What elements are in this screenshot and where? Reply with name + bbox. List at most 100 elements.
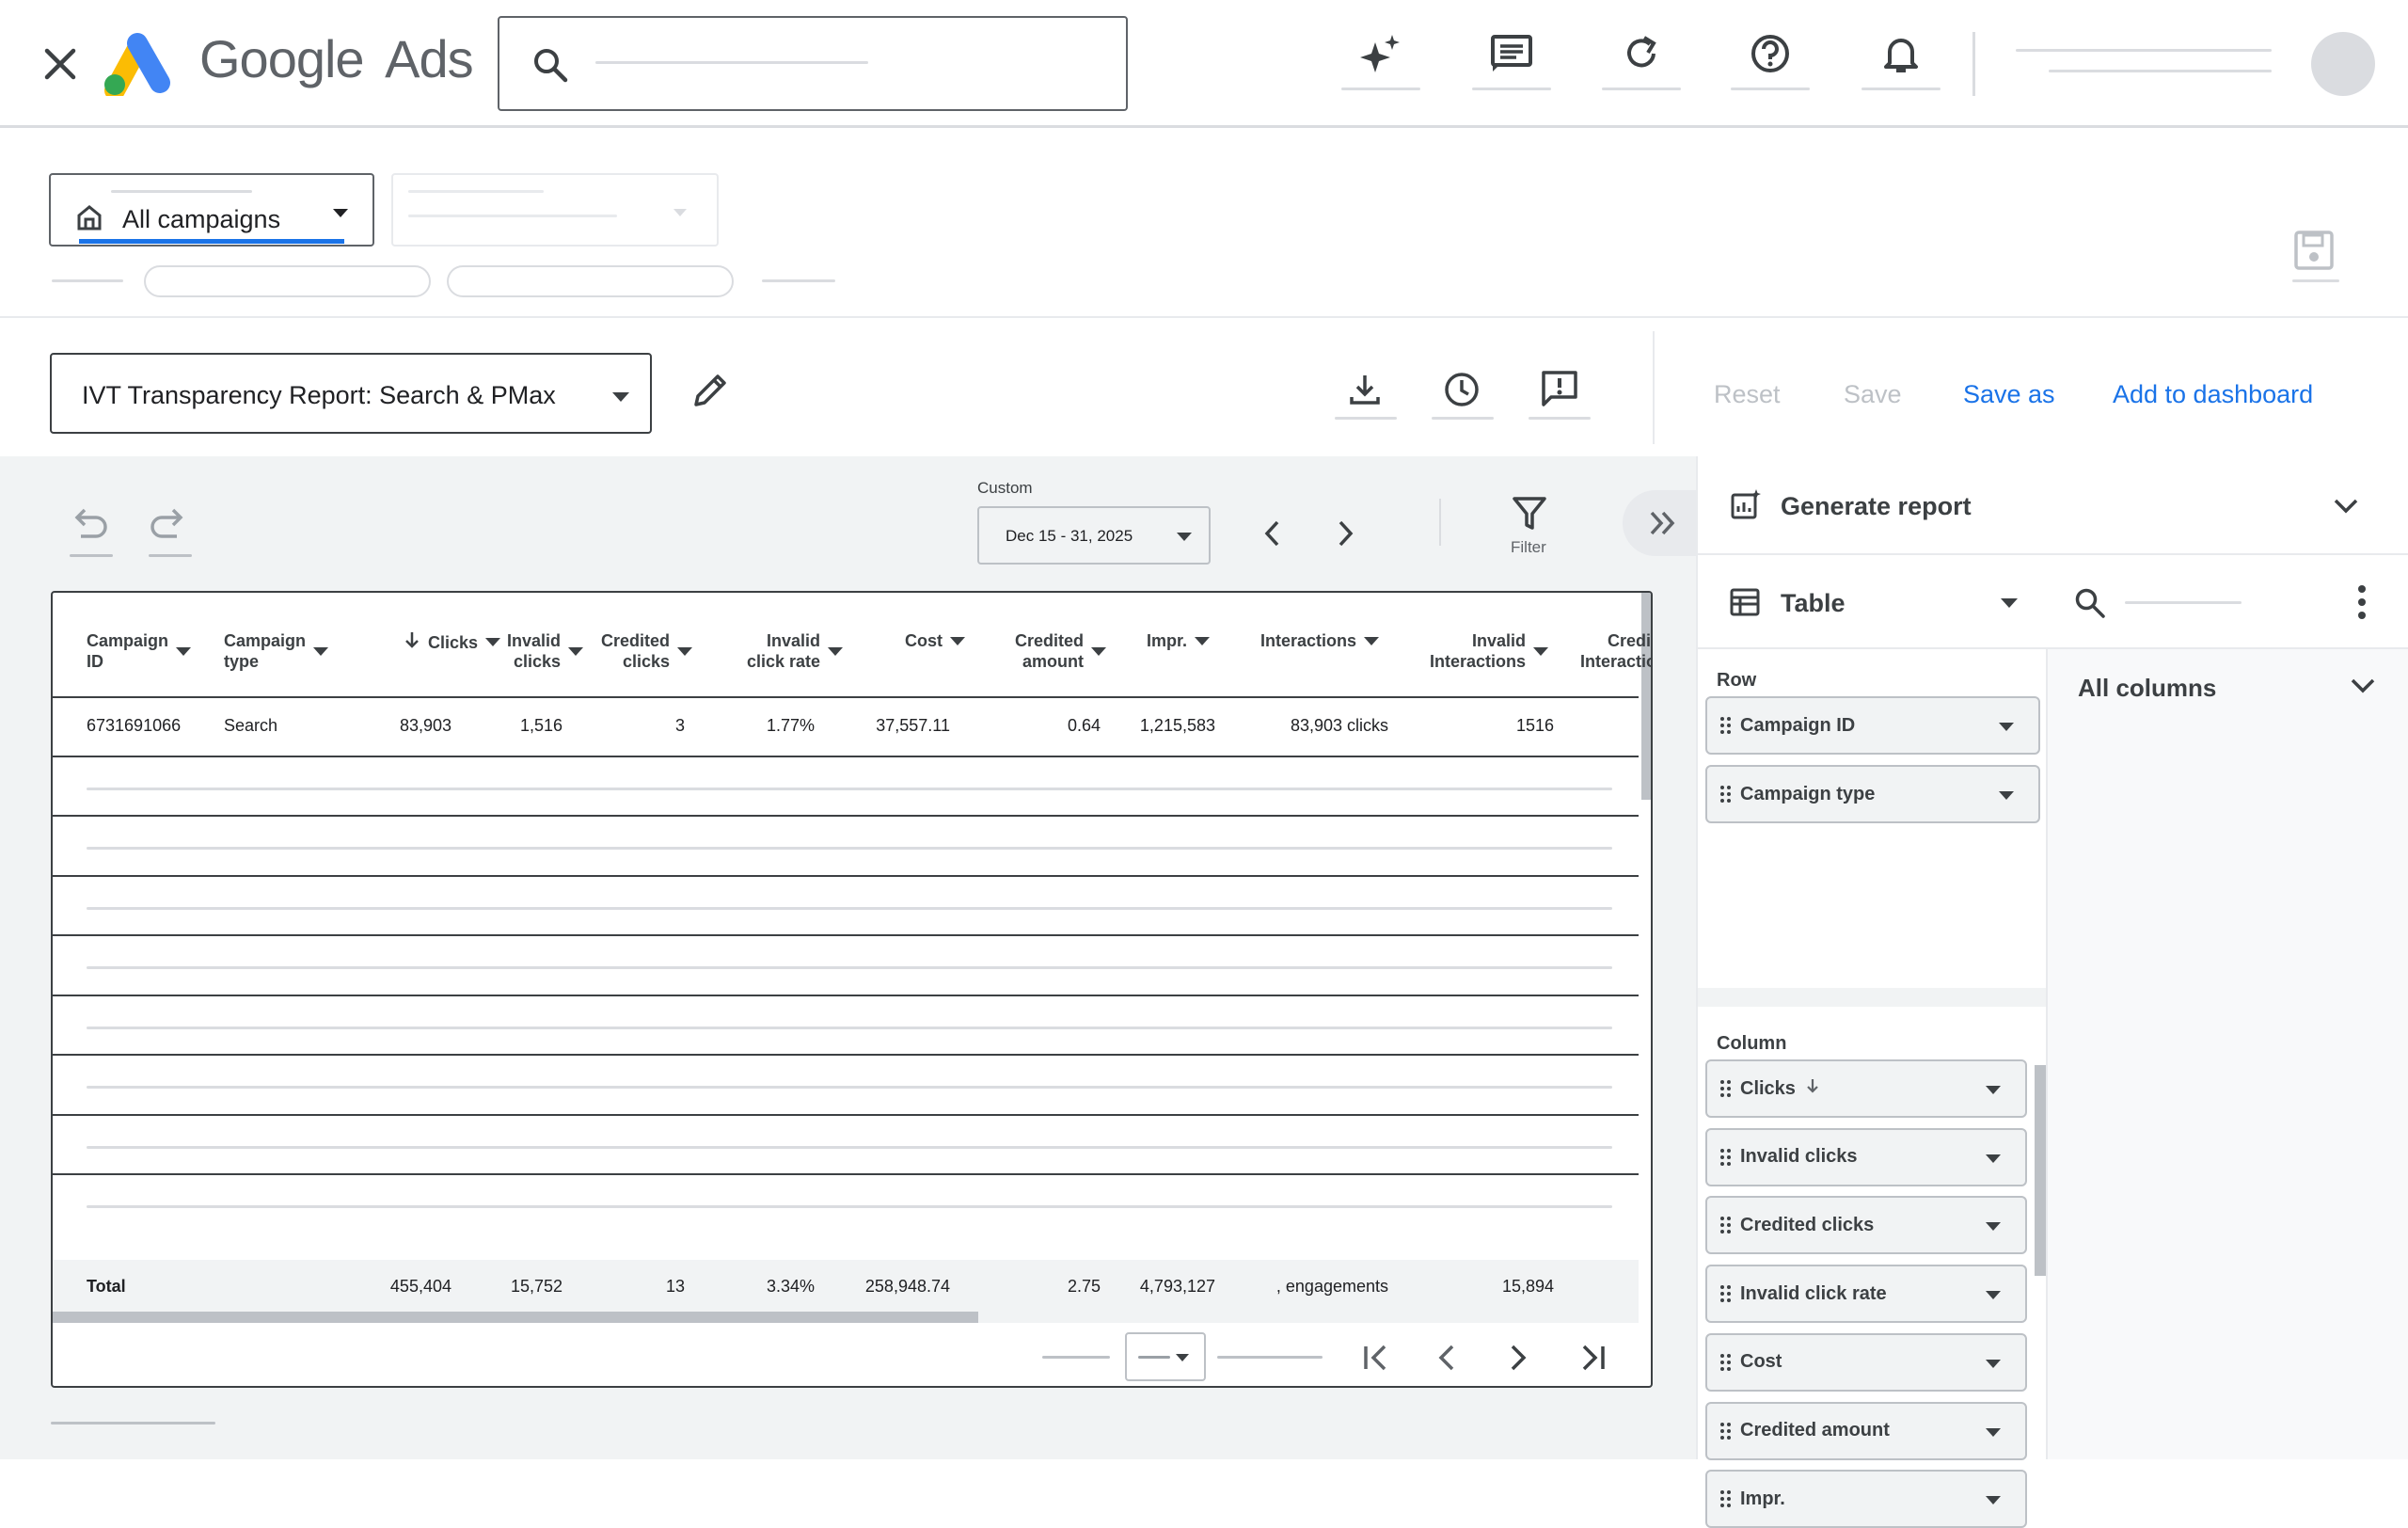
feedback-list-button[interactable] (1472, 21, 1551, 90)
column-header[interactable]: Campaign type (224, 630, 346, 672)
sort-menu-icon[interactable] (1533, 646, 1548, 656)
help-button[interactable] (1731, 21, 1810, 90)
search-icon[interactable] (2074, 587, 2106, 619)
dimension-chip[interactable]: Invalid clicks (1705, 1127, 2027, 1186)
column-header[interactable]: Invalid clicks (489, 630, 583, 672)
drag-handle-icon[interactable] (1720, 1148, 1731, 1166)
filter-icon (1511, 495, 1548, 533)
save-button[interactable]: Save (1844, 380, 1902, 409)
horizontal-scrollbar-thumb[interactable] (53, 1312, 978, 1323)
column-header[interactable]: Clicks (350, 630, 500, 654)
search-input[interactable] (498, 16, 1128, 111)
drag-handle-icon[interactable] (1720, 717, 1731, 734)
column-header-sublabel: clicks (622, 652, 670, 671)
drag-handle-icon[interactable] (1720, 1490, 1731, 1508)
previous-period-icon[interactable] (1259, 517, 1287, 549)
close-icon[interactable] (41, 45, 79, 83)
report-feedback-icon[interactable] (1540, 369, 1579, 408)
dimension-chip[interactable]: Clicks (1705, 1059, 2027, 1118)
sort-menu-icon[interactable] (1364, 636, 1379, 645)
chevron-down-icon[interactable] (1986, 1154, 2001, 1163)
redo-icon[interactable] (149, 504, 186, 538)
vertical-scrollbar-thumb[interactable] (1641, 593, 1651, 800)
refresh-button[interactable] (1602, 21, 1681, 90)
column-header[interactable]: Interactions (1210, 630, 1379, 651)
column-header[interactable]: Credited amount (984, 630, 1106, 672)
page-size-select[interactable] (1125, 1332, 1206, 1381)
notifications-button[interactable] (1861, 21, 1941, 90)
reset-button[interactable]: Reset (1714, 380, 1781, 409)
column-search-input[interactable] (2125, 601, 2242, 604)
chevron-down-icon[interactable] (1986, 1222, 2001, 1232)
column-header[interactable]: Impr. (1116, 630, 1210, 651)
previous-page-icon[interactable] (1432, 1342, 1464, 1374)
download-icon[interactable] (1346, 371, 1384, 408)
horizontal-scrollbar[interactable] (53, 1312, 1639, 1323)
filter-pill-2[interactable] (447, 265, 734, 297)
total-cell: 258,948.74 (864, 1277, 950, 1296)
dimension-chip[interactable]: Campaign ID (1705, 696, 2040, 755)
schedule-icon[interactable] (1443, 371, 1481, 408)
sort-menu-icon[interactable] (950, 636, 965, 645)
edit-icon[interactable] (690, 371, 730, 410)
drag-handle-icon[interactable] (1720, 1217, 1731, 1234)
chip-label: Campaign ID (1740, 714, 1856, 736)
drag-handle-icon[interactable] (1720, 1422, 1731, 1440)
first-page-icon[interactable] (1360, 1342, 1392, 1374)
date-range-picker[interactable]: Dec 15 - 31, 2025 (977, 506, 1211, 565)
drag-handle-icon[interactable] (1720, 786, 1731, 803)
all-columns-group[interactable]: All columns (2048, 649, 2408, 715)
dimension-chip[interactable]: Cost (1705, 1332, 2027, 1392)
chevron-down-icon[interactable] (1986, 1496, 2001, 1505)
sort-menu-icon[interactable] (1091, 646, 1106, 656)
dimension-chip[interactable]: Impr. (1705, 1470, 2027, 1528)
sort-menu-icon[interactable] (313, 646, 329, 656)
chevron-down-icon[interactable] (1986, 1086, 2001, 1094)
chevron-down-icon[interactable] (1999, 723, 2014, 731)
chevron-down-icon[interactable] (1999, 791, 2014, 800)
save-as-button[interactable]: Save as (1963, 380, 2055, 409)
view-type-select[interactable]: Table (1698, 555, 2048, 649)
filter-button[interactable]: Filter (1492, 493, 1567, 559)
report-selector[interactable]: IVT Transparency Report: Search & PMax (50, 353, 652, 434)
column-header-label: Campaign (224, 631, 307, 650)
last-page-icon[interactable] (1576, 1342, 1608, 1374)
more-vert-icon[interactable] (2356, 583, 2368, 621)
drag-handle-icon[interactable] (1720, 1080, 1731, 1097)
sort-menu-icon[interactable] (677, 646, 692, 656)
column-header[interactable]: Invalid click rate (711, 630, 843, 672)
chevron-down-icon[interactable] (1986, 1291, 2001, 1300)
column-scrollbar-thumb[interactable] (2035, 1065, 2046, 1276)
campaign-filter-placeholder[interactable] (391, 173, 719, 247)
dimension-chip[interactable]: Campaign type (1705, 765, 2040, 823)
next-page-icon[interactable] (1501, 1342, 1533, 1374)
account-avatar[interactable] (2311, 32, 2375, 96)
dimension-chip[interactable]: Invalid click rate (1705, 1265, 2027, 1324)
campaign-selector[interactable]: All campaigns (49, 173, 374, 247)
filter-label: Filter (1511, 538, 1546, 556)
sort-descending-icon (1805, 1077, 1820, 1100)
chevron-down-icon (2349, 676, 2377, 696)
expand-panel-button[interactable] (1623, 490, 1698, 556)
dimension-chip[interactable]: Credited amount (1705, 1401, 2027, 1460)
dimension-chip[interactable]: Credited clicks (1705, 1196, 2027, 1255)
sparkle-button[interactable] (1341, 21, 1420, 90)
drag-handle-icon[interactable] (1720, 1353, 1731, 1371)
chevron-down-icon[interactable] (1986, 1427, 2001, 1437)
filter-pill-1[interactable] (144, 265, 431, 297)
undo-icon[interactable] (71, 504, 109, 538)
sort-menu-icon[interactable] (1195, 636, 1210, 645)
sort-menu-icon[interactable] (828, 646, 843, 656)
column-header[interactable]: Campaign ID (87, 630, 209, 672)
drag-handle-icon[interactable] (1720, 1285, 1731, 1303)
generate-report-header[interactable]: Generate report (1698, 456, 2408, 555)
chevron-down-icon[interactable] (1986, 1359, 2001, 1368)
sort-menu-icon[interactable] (176, 646, 192, 656)
next-period-icon[interactable] (1331, 517, 1359, 549)
save-view-icon[interactable] (2293, 230, 2335, 271)
add-to-dashboard-button[interactable]: Add to dashboard (2113, 380, 2313, 409)
column-header[interactable]: Credited Interactions (1558, 630, 1651, 672)
column-header[interactable]: Credited clicks (579, 630, 692, 672)
column-header[interactable]: Invalid Interactions (1398, 630, 1548, 672)
column-header[interactable]: Cost (862, 630, 965, 651)
